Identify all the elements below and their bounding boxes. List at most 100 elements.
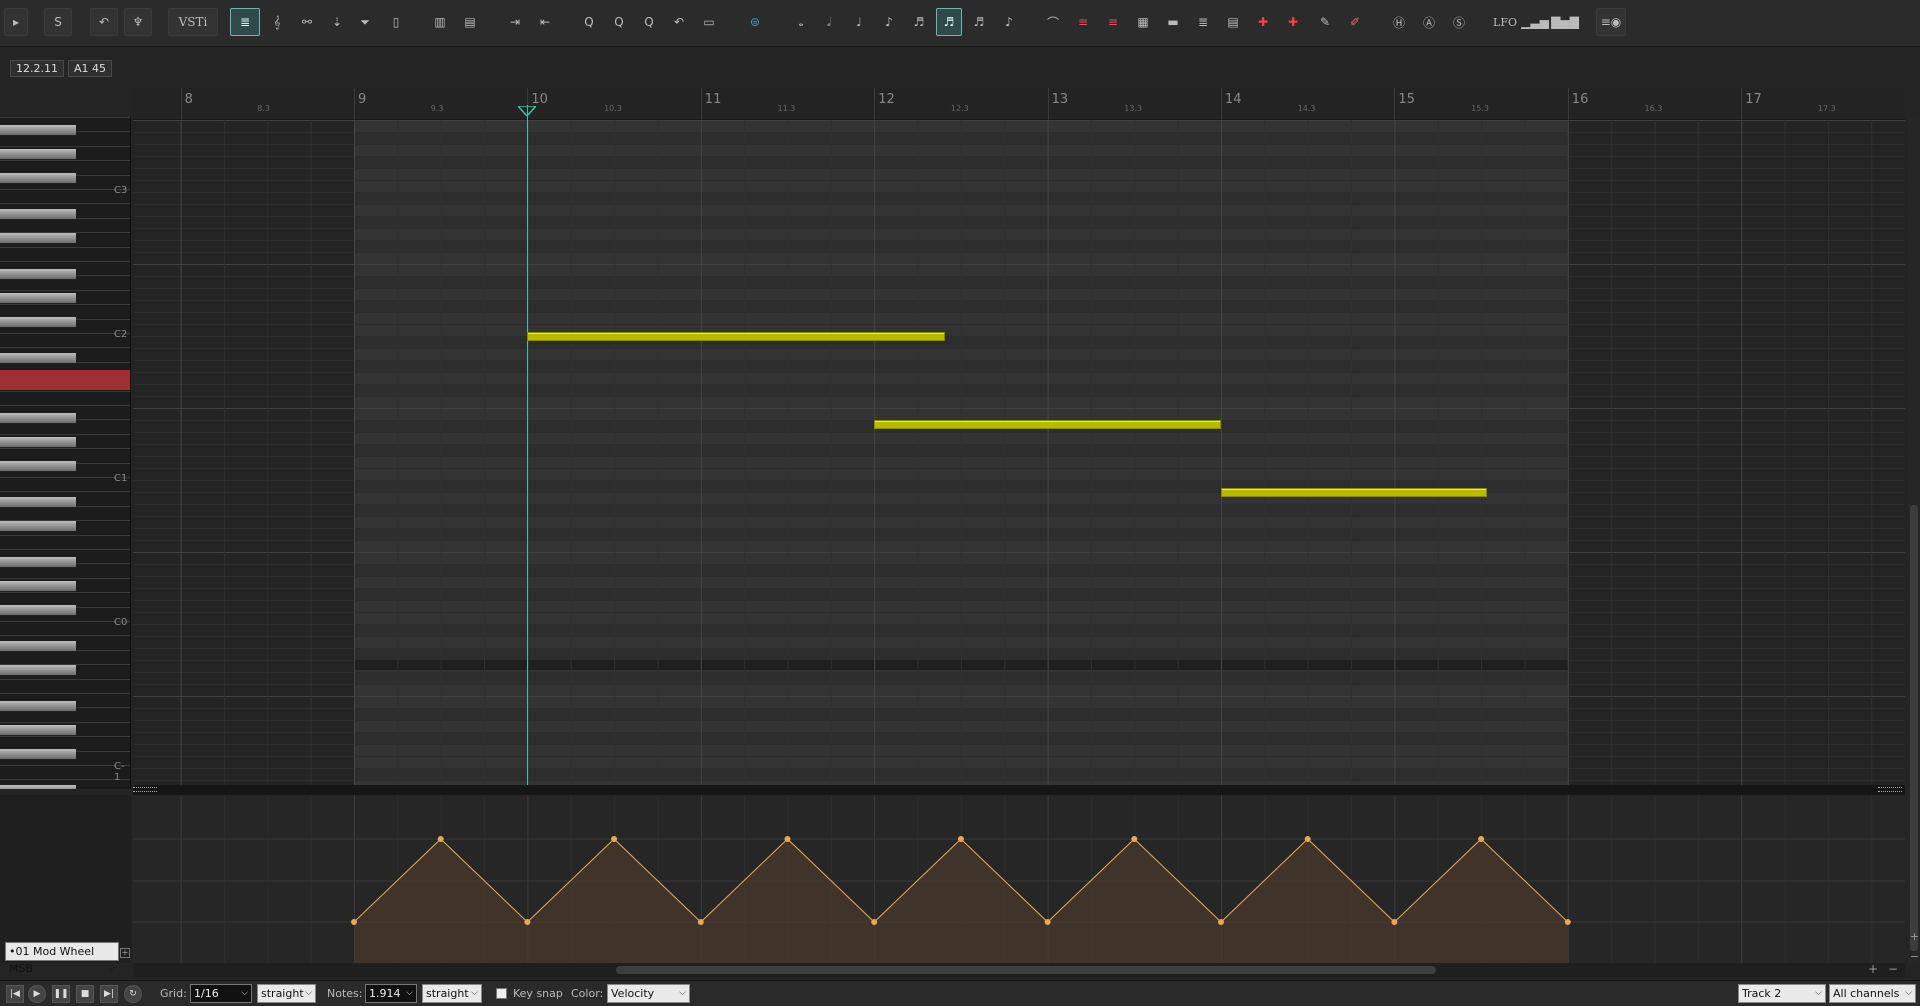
notes-select[interactable]: 1.914 ⌵ [365,984,417,1003]
cc-point[interactable] [524,919,531,925]
sixteenth-note-icon[interactable]: ♬ [906,8,932,36]
color-select[interactable]: Velocity ⌵ [607,984,690,1003]
menu-button[interactable]: ▸ [4,8,28,36]
view-options-icon[interactable]: ≡◉ [1596,8,1626,36]
remove-overlaps-icon[interactable]: ≡ [1100,8,1126,36]
cc-point[interactable] [957,836,964,842]
black-key[interactable] [0,785,76,789]
cc-point[interactable] [784,836,791,842]
vsti-button[interactable]: VSTi [168,8,218,36]
divider-grip-right[interactable] [1878,787,1902,792]
stop-icon[interactable]: ■ [76,985,94,1003]
cc-point[interactable] [1564,919,1571,925]
cc-point[interactable] [1218,919,1224,925]
split-red-icon[interactable]: ✚ [1280,8,1306,36]
black-key[interactable] [0,557,76,568]
undo-icon[interactable]: ↶ [90,8,118,36]
cc-point[interactable] [871,919,878,925]
black-key[interactable] [0,749,76,760]
black-key[interactable] [0,725,76,736]
zoom-in-v-icon[interactable]: + [1910,930,1919,943]
solo-button[interactable]: S [44,8,72,36]
triplet-icon[interactable]: ♬ [966,8,992,36]
panel-icon[interactable]: ▯ [383,8,409,36]
midi-note[interactable] [874,419,1221,429]
move-right-icon[interactable]: ⇥ [502,8,528,36]
unquantize-icon[interactable]: ↶ [666,8,692,36]
horizontal-scroll-thumb[interactable] [616,966,1436,974]
midi-note[interactable] [1221,488,1487,497]
black-key[interactable] [0,665,76,676]
half-note-icon[interactable]: 𝅗𝅥 [816,8,842,36]
zoom-in-h-icon[interactable]: + [1868,962,1878,976]
quantize-end-icon[interactable]: Q [636,8,662,36]
cc-point[interactable] [1131,836,1138,842]
cc-point[interactable] [1478,836,1485,842]
delete-notes-icon[interactable]: ≡ [1070,8,1096,36]
tie-icon[interactable]: ⌒ [1040,8,1066,36]
black-key[interactable] [0,437,76,448]
chop-icon[interactable]: ▬ [1160,8,1186,36]
filter-icon[interactable]: ⏷ [352,8,378,36]
zoom-h-icon[interactable]: Ⓗ [1386,8,1412,36]
metronome-icon[interactable]: ♆ [124,8,152,36]
black-key[interactable] [0,233,76,244]
timeline-ruler[interactable]: 8 8.3 9 9.3 10 10.3 11 11.3 12 12.3 13 13.3 14 14.3 15… [133,88,1905,120]
track-select[interactable]: Track 2 ⌵ [1738,984,1826,1003]
black-key[interactable] [0,581,76,592]
pencil-icon[interactable]: ✎ [1312,8,1338,36]
cc-point[interactable] [1044,919,1051,925]
loop-icon[interactable]: ⊜ [742,8,768,36]
zoom-out-v-icon[interactable]: − [1910,950,1919,963]
cc-lane[interactable] [133,795,1905,963]
eighth-note-icon[interactable]: ♪ [876,8,902,36]
quantize-start-icon[interactable]: Q [606,8,632,36]
split-view-icon[interactable]: ▥ [426,8,454,36]
split-view-2-icon[interactable]: ▤ [456,8,484,36]
black-key[interactable] [0,149,76,160]
cc-point[interactable] [437,836,444,842]
cc-point[interactable] [1391,919,1398,925]
rewind-icon[interactable]: |◀ [6,985,24,1003]
black-key[interactable] [0,521,76,532]
grid-mode-select[interactable]: straight ⌵ [257,984,316,1003]
pause-icon[interactable]: ❚❚ [52,985,70,1003]
black-key[interactable] [0,701,76,712]
move-end-icon[interactable]: ⇤ [532,8,558,36]
zoom-out-h-icon[interactable]: − [1888,962,1898,976]
black-key[interactable] [0,461,76,472]
black-key[interactable] [0,209,76,220]
black-key[interactable] [0,125,76,136]
arpeggio-icon[interactable]: ≣ [1190,8,1216,36]
cc-point[interactable] [697,919,704,925]
cc-point[interactable] [351,919,357,925]
velocity-ramp-icon[interactable]: ▁▃▅ [1521,8,1549,36]
piano-keyboard[interactable]: C3 C2 C1 C0 C-1 [0,117,131,789]
insert-icon[interactable]: ⇣ [324,8,350,36]
midi-note[interactable] [527,332,945,341]
quarter-note-icon[interactable]: ♩ [846,8,872,36]
grid-icon[interactable]: ▦ [1130,8,1156,36]
note-grid[interactable] [133,120,1905,785]
cc-point[interactable] [1304,836,1311,842]
zoom-s-icon[interactable]: Ⓢ [1446,8,1472,36]
black-key[interactable] [0,641,76,652]
quantize-icon[interactable]: Q [576,8,602,36]
vertical-scroll-thumb[interactable] [1910,505,1918,951]
pane-divider[interactable] [133,785,1905,795]
black-key[interactable] [0,317,76,328]
add-lane-icon[interactable]: + [120,948,130,958]
vertical-scrollbar[interactable] [1908,117,1920,965]
velocity-bars-icon[interactable]: ▇▅▇ [1551,8,1579,36]
cc-point[interactable] [611,836,618,842]
black-key[interactable] [0,173,76,184]
link-icon[interactable]: ⚯ [294,8,320,36]
loop-toggle-icon[interactable]: ↻ [124,985,142,1003]
cc-lane-select[interactable]: •01 Mod Wheel MSB ⌵ [5,942,119,975]
whole-note-icon[interactable]: 𝅝 [788,8,814,36]
notes-mode-select[interactable]: straight ⌵ [422,984,482,1003]
flam-icon[interactable]: ▤ [1220,8,1246,36]
black-key[interactable] [0,605,76,616]
black-key[interactable] [0,353,76,364]
paint-icon[interactable]: ✐ [1342,8,1368,36]
